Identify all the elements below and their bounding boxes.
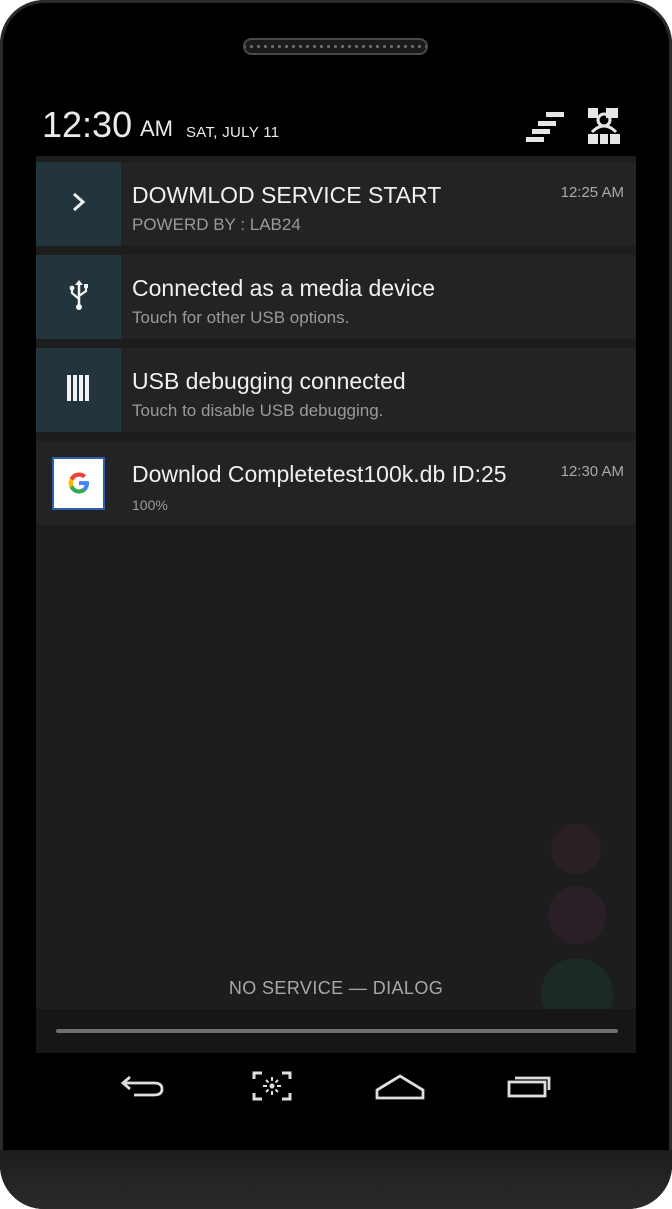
notification-icon-box	[36, 348, 121, 432]
home-icon[interactable]	[370, 1066, 430, 1106]
notification-subtitle: POWERD BY : LAB24	[132, 215, 301, 234]
screenshot-icon[interactable]	[242, 1066, 302, 1106]
notification-download-service[interactable]: DOWMLOD SERVICE START POWERD BY : LAB24 …	[36, 162, 636, 246]
notification-title: Connected as a media device	[132, 275, 436, 301]
notification-time: 12:30 AM	[560, 463, 624, 480]
user-qs-icon[interactable]	[586, 108, 624, 150]
notification-icon-box	[36, 255, 121, 339]
notification-time: 12:25 AM	[560, 184, 624, 201]
notification-download-complete[interactable]: Downlod Completetest100k.db ID:25 100% 1…	[36, 441, 636, 525]
status-bar-header: 12:30 AM SAT, JULY 11	[36, 98, 636, 156]
debug-icon	[66, 375, 91, 405]
notification-title: USB debugging connected	[132, 368, 406, 394]
chevron-right-icon	[70, 191, 88, 217]
clock-time: 12:30	[42, 104, 133, 145]
notification-usb-media[interactable]: Connected as a media device Touch for ot…	[36, 255, 636, 339]
notification-title: DOWMLOD SERVICE START	[132, 182, 442, 208]
notification-subtitle: Touch for other USB options.	[132, 308, 350, 327]
clock-ampm: AM	[140, 116, 173, 141]
notification-title: Downlod Completetest100k.db ID:25	[132, 461, 507, 487]
phone-chin	[0, 1150, 672, 1209]
back-icon[interactable]	[112, 1066, 172, 1106]
google-icon	[52, 456, 105, 510]
settings-toggle-icon[interactable]	[524, 108, 566, 148]
usb-icon	[68, 279, 90, 315]
clock-date: SAT, JULY 11	[186, 124, 280, 141]
notification-shade: DOWMLOD SERVICE START POWERD BY : LAB24 …	[36, 156, 636, 1053]
notification-subtitle: Touch to disable USB debugging.	[132, 401, 384, 420]
notification-icon-box	[36, 441, 121, 525]
speaker-grille	[243, 38, 428, 55]
shade-handle-area[interactable]	[36, 1009, 636, 1053]
background-fab-ghost	[548, 886, 606, 944]
notification-usb-debugging[interactable]: USB debugging connected Touch to disable…	[36, 348, 636, 432]
notification-icon-box	[36, 162, 121, 246]
background-fab-ghost	[551, 824, 601, 874]
notification-subtitle: 100%	[132, 497, 168, 513]
phone-frame: 12:30 AM SAT, JULY 11 DOWMLOD SERVICE ST…	[0, 0, 672, 1209]
carrier-label: NO SERVICE — DIALOG	[228, 978, 444, 998]
shade-drag-handle[interactable]	[56, 1029, 618, 1033]
recents-icon[interactable]	[500, 1066, 560, 1106]
